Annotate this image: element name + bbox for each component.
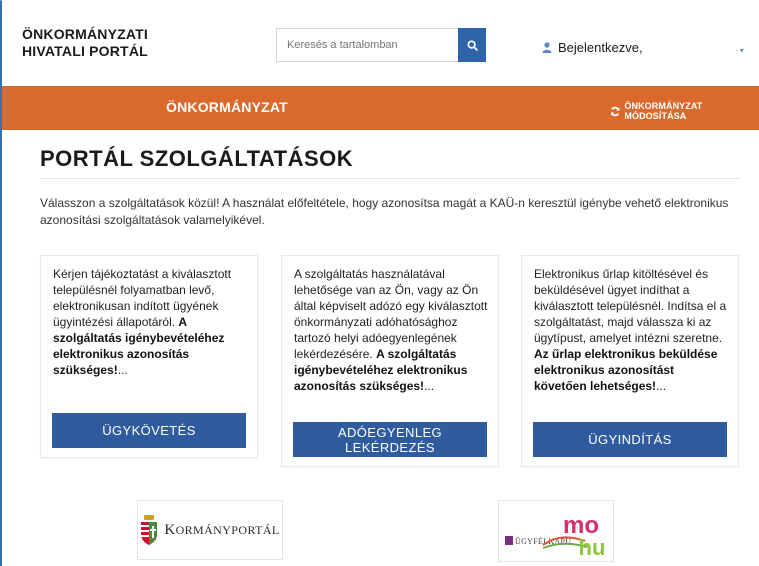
brand-line-2: HIVATALI PORTÁL (22, 43, 148, 59)
mo-hu-logo-graphic: mo hu (542, 512, 606, 560)
intro-text: Válasszon a szolgáltatások közül! A hasz… (40, 196, 729, 227)
user-status[interactable]: Bejelentkezve, (542, 40, 643, 55)
coat-of-arms-icon (141, 515, 158, 545)
card-ellipsis: ... (117, 363, 128, 377)
search-button[interactable] (458, 28, 486, 62)
card-text: Elektronikus űrlap kitöltésével és bekül… (534, 267, 727, 345)
case-tracking-button[interactable]: ÜGYKÖVETÉS (52, 413, 246, 448)
card-description: Elektronikus űrlap kitöltésével és bekül… (534, 266, 730, 394)
card-description: A szolgáltatás használatával lehetősége … (294, 266, 490, 394)
brand-line-1: ÖNKORMÁNYZATI (22, 26, 148, 42)
modify-municipality-label: ÖNKORMÁNYZAT MÓDOSÍTÁSA (624, 101, 703, 121)
user-icon (542, 42, 552, 53)
tax-balance-query-button[interactable]: ADÓEGYENLEG LEKÉRDEZÉS (293, 422, 487, 457)
page-title: PORTÁL SZOLGÁLTATÁSOK (40, 146, 354, 171)
card-note: Az űrlap elektronikus beküldése elektron… (534, 347, 718, 393)
case-start-button[interactable]: ÜGYINDÍTÁS (533, 422, 727, 457)
search-icon (466, 39, 478, 51)
user-label: Bejelentkezve, (558, 40, 643, 55)
card-description: Kérjen tájékoztatást a kiválasztott tele… (53, 266, 249, 378)
municipality-bar: ÖNKORMÁNYZAT ÖNKORMÁNYZAT MÓDOSÍTÁSA (2, 86, 759, 130)
service-card-case-start: Elektronikus űrlap kitöltésével és bekül… (521, 255, 739, 467)
service-card-case-tracking: Kérjen tájékoztatást a kiválasztott tele… (40, 255, 258, 458)
ugyfelkapu-logo[interactable]: ÜGYFÉLKAPU mo hu (498, 500, 614, 562)
kormanyportal-text: KORMÁNYPORTÁL (164, 521, 280, 538)
brand-logo[interactable]: ÖNKORMÁNYZATI HIVATALI PORTÁL (22, 26, 148, 60)
card-ellipsis: ... (656, 379, 667, 393)
title-divider (40, 178, 740, 179)
service-card-tax-balance: A szolgáltatás használatával lehetősége … (281, 255, 499, 467)
search-input[interactable] (276, 28, 458, 62)
modify-municipality-link[interactable]: ÖNKORMÁNYZAT MÓDOSÍTÁSA (610, 101, 759, 121)
kormanyportal-logo[interactable]: KORMÁNYPORTÁL (137, 500, 283, 560)
caret-down-icon[interactable]: · ▾ (735, 46, 744, 55)
hu-text: hu (579, 535, 606, 560)
municipality-title: ÖNKORMÁNYZAT (166, 99, 288, 115)
refresh-icon (610, 106, 620, 116)
card-ellipsis: ... (424, 379, 435, 393)
card-text: Kérjen tájékoztatást a kiválasztott tele… (53, 267, 232, 329)
header: ÖNKORMÁNYZATI HIVATALI PORTÁL Bejelentke… (2, 0, 759, 86)
